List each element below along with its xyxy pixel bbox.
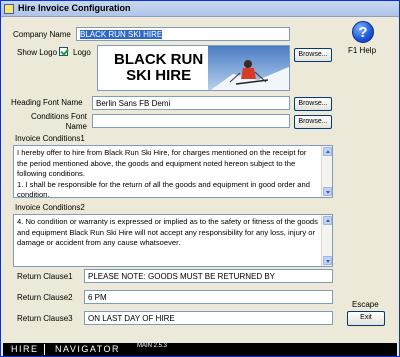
return-clause2-input[interactable]: 6 PM [84, 290, 333, 304]
app-icon [4, 4, 14, 14]
conditions1-text: I hereby offer to hire from Black Run Sk… [17, 148, 310, 198]
conditions2-scrollbar[interactable] [321, 215, 332, 266]
conditions1-label: Invoice Conditions1 [15, 134, 85, 143]
escape-label: Escape [352, 300, 379, 309]
conditions1-textarea[interactable]: I hereby offer to hire from Black Run Sk… [13, 145, 333, 198]
conditions-font-label: Conditions Font Name [30, 112, 87, 131]
conditions-font-input[interactable] [92, 114, 290, 128]
help-button[interactable]: ? F1 Help [343, 21, 383, 57]
logo-text: BLACK RUN SKI HIRE [114, 51, 204, 84]
conditions1-scrollbar[interactable] [321, 146, 332, 197]
return-clause3-input[interactable]: ON LAST DAY OF HIRE [84, 311, 333, 325]
heading-font-input[interactable]: Berlin Sans FB Demi [92, 96, 290, 110]
conditions-font-browse-button[interactable]: Browse... [294, 115, 332, 129]
company-name-label: Company Name [13, 30, 71, 39]
heading-font-browse-button[interactable]: Browse... [294, 97, 332, 111]
brand-navigator: NAVIGATOR [55, 344, 121, 354]
heading-font-label: Heading Font Name [11, 98, 83, 107]
return-clause1-label: Return Clause1 [17, 272, 73, 281]
help-label: F1 Help [348, 46, 377, 55]
logo-label: Logo [73, 48, 91, 57]
version-label: MAIN 2.5.3 [137, 343, 168, 349]
exit-button[interactable]: Exit [347, 311, 385, 326]
show-logo-label: Show Logo [17, 48, 58, 57]
footer-bar: HIRE NAVIGATOR MAIN 2.5.3 [3, 343, 397, 356]
scroll-down-icon[interactable] [323, 187, 332, 196]
show-logo-checkbox[interactable] [59, 47, 68, 56]
form-area: Company Name BLACK RUN SKI HIRE Show Log… [3, 18, 397, 356]
brand-divider [44, 344, 50, 355]
brand-hire: HIRE [11, 344, 39, 354]
company-name-input[interactable]: BLACK RUN SKI HIRE [76, 27, 290, 41]
logo-browse-button[interactable]: Browse... [294, 48, 332, 62]
return-clause2-label: Return Clause2 [17, 293, 73, 302]
title-bar[interactable]: Hire Invoice Configuration [1, 1, 399, 17]
return-clause3-label: Return Clause3 [17, 314, 73, 323]
conditions2-textarea[interactable]: 4. No condition or warranty is expressed… [13, 214, 333, 267]
scroll-up-icon[interactable] [323, 216, 332, 225]
return-clause1-input[interactable]: PLEASE NOTE: GOODS MUST BE RETURNED BY [84, 269, 333, 283]
scroll-up-icon[interactable] [323, 147, 332, 156]
help-icon: ? [352, 21, 374, 43]
scroll-down-icon[interactable] [323, 256, 332, 265]
hire-invoice-window: Hire Invoice Configuration Company Name … [0, 0, 400, 357]
conditions2-label: Invoice Conditions2 [15, 203, 85, 212]
conditions2-text: 4. No condition or warranty is expressed… [17, 217, 318, 247]
window-title: Hire Invoice Configuration [18, 3, 131, 13]
logo-preview: BLACK RUN SKI HIRE [97, 45, 290, 91]
